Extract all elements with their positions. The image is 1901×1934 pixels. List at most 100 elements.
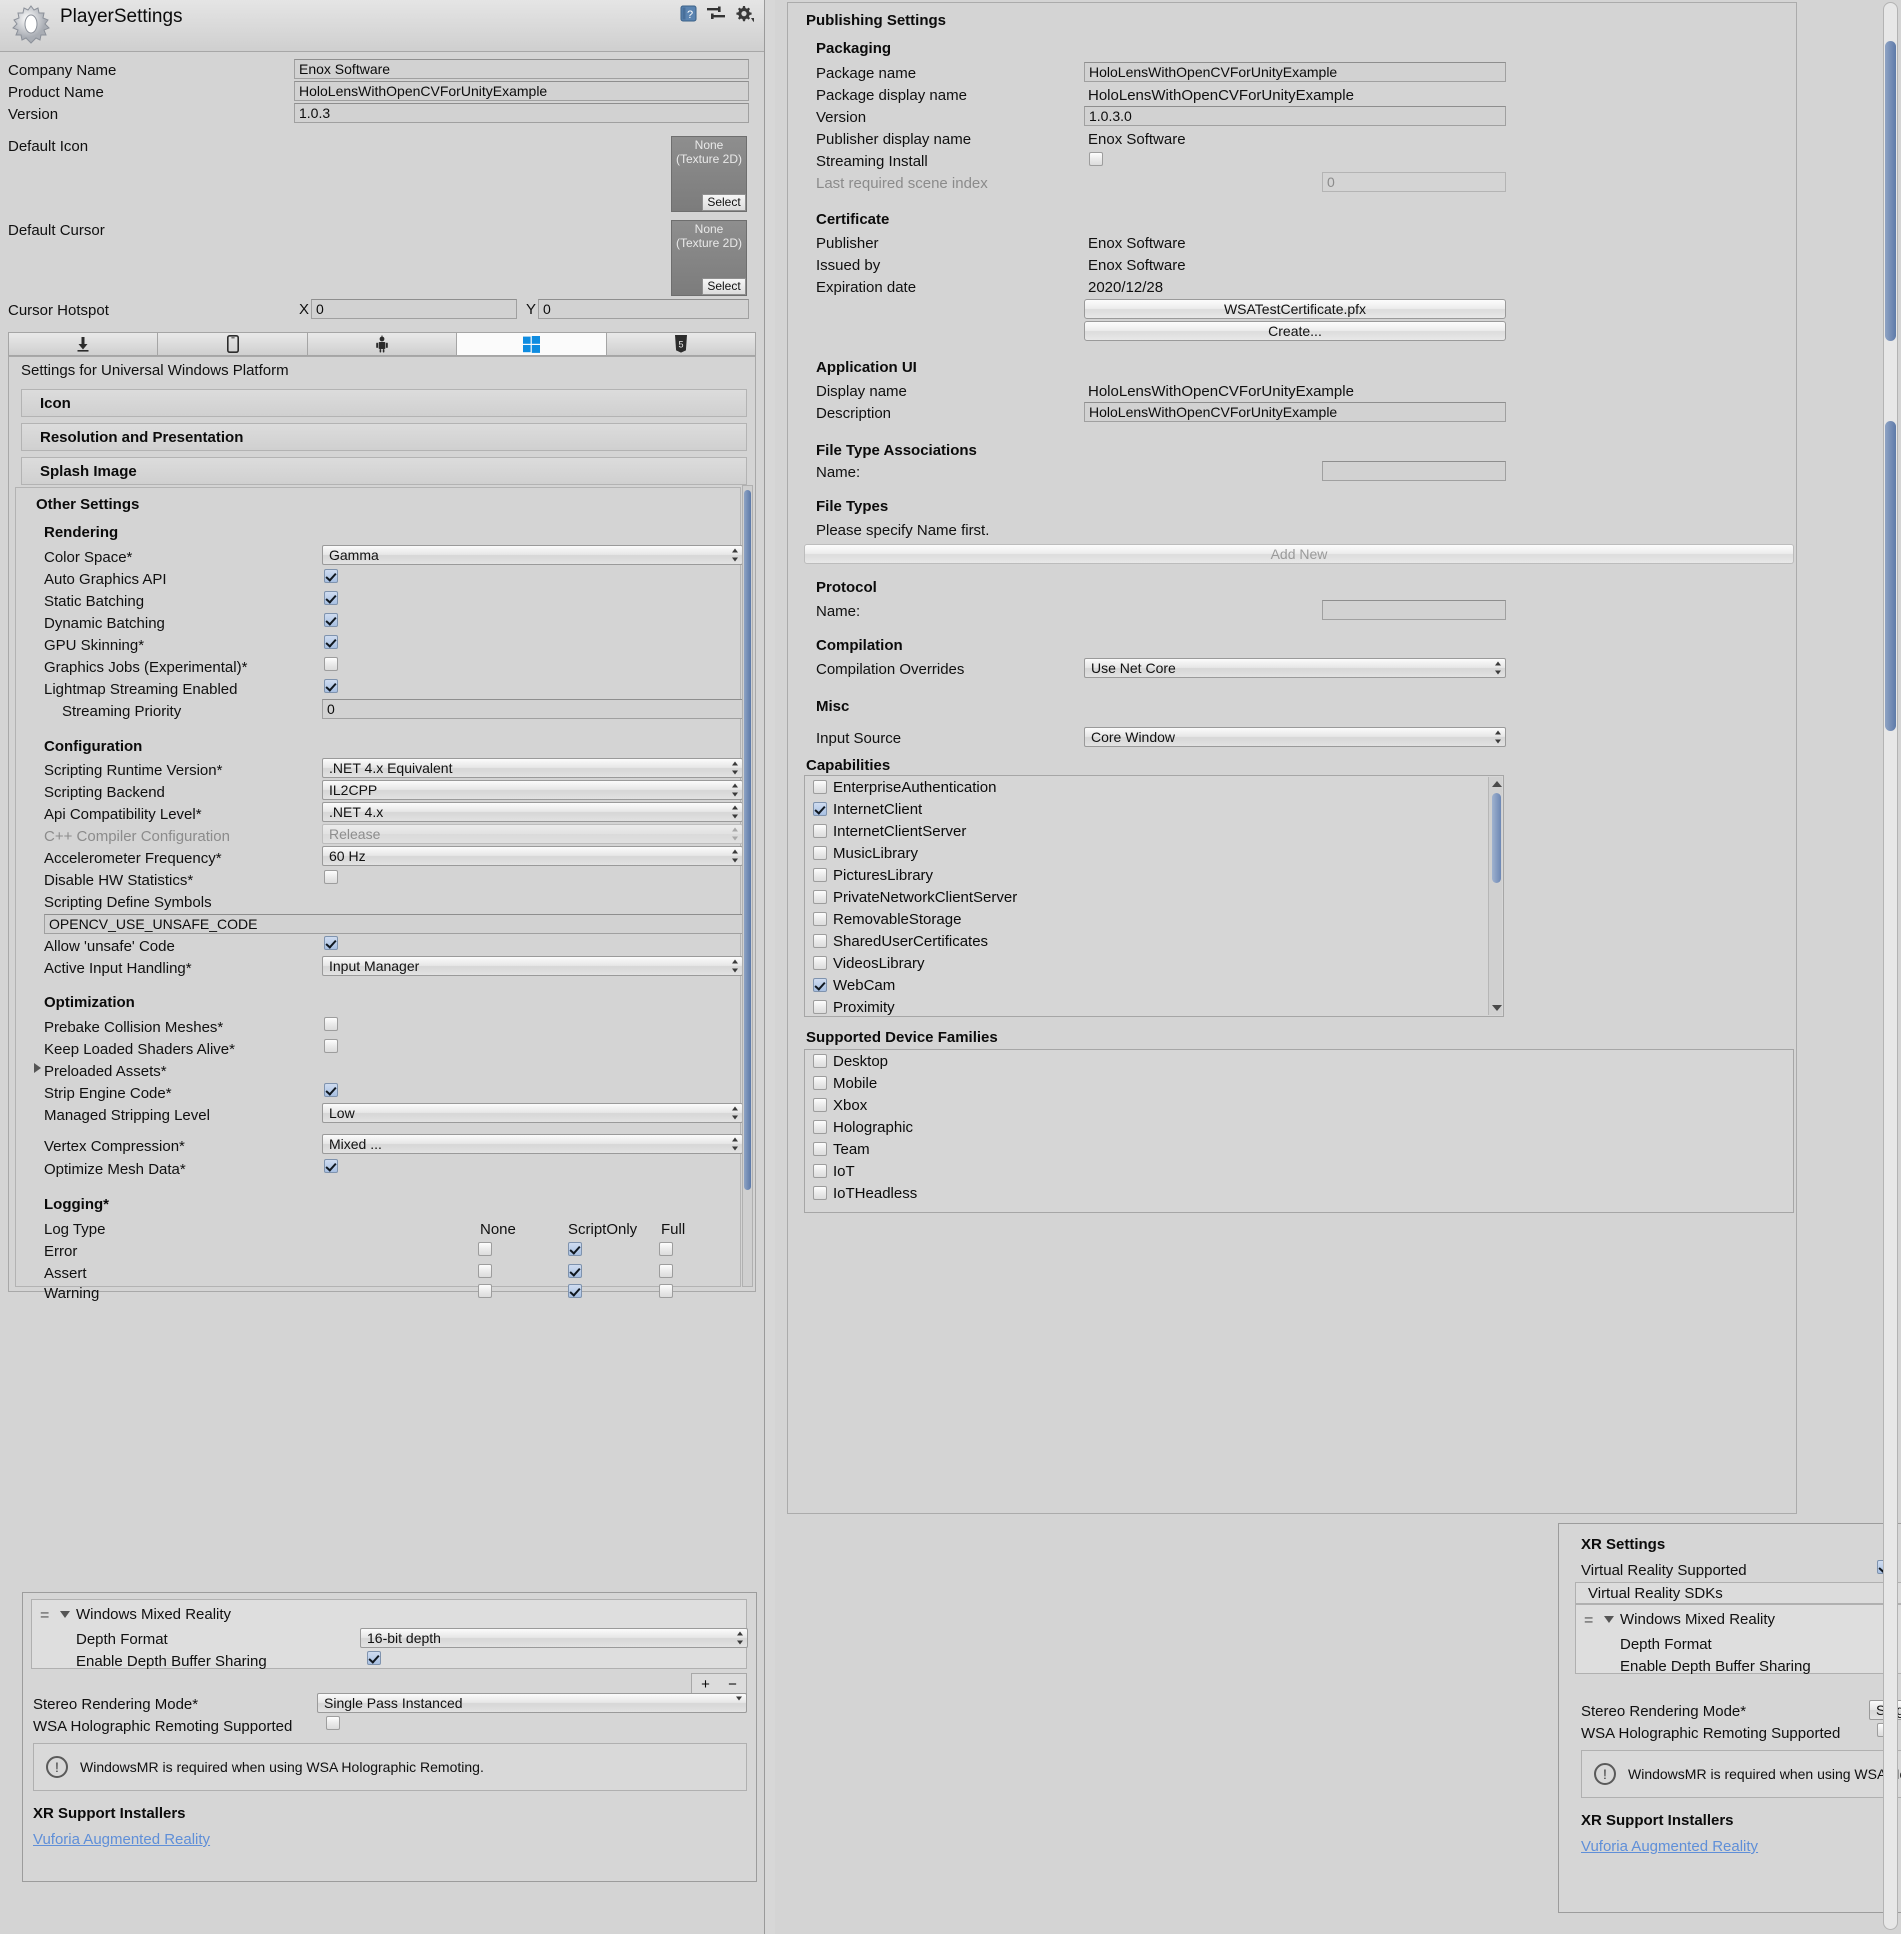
device-family-item[interactable]: Mobile	[805, 1072, 1793, 1094]
product-name-input[interactable]: HoloLensWithOpenCVForUnityExample	[294, 81, 749, 101]
chevron-down-icon[interactable]	[60, 1611, 70, 1618]
scripting-backend-popup[interactable]: IL2CPP	[322, 780, 743, 800]
input-source-popup[interactable]: Core Window	[1084, 727, 1506, 747]
capability-checkbox[interactable]	[813, 890, 827, 904]
capability-checkbox[interactable]	[813, 1000, 827, 1014]
device-family-checkbox[interactable]	[813, 1076, 827, 1090]
device-families-listbox[interactable]: Desktop Mobile Xbox Holographic Team IoT…	[804, 1049, 1794, 1213]
capability-item[interactable]: PicturesLibrary	[805, 864, 1503, 886]
package-name-input[interactable]: HoloLensWithOpenCVForUnityExample	[1084, 62, 1506, 82]
app-description-input[interactable]: HoloLensWithOpenCVForUnityExample	[1084, 402, 1506, 422]
device-family-item[interactable]: IoT	[805, 1160, 1793, 1182]
cursor-hotspot-x-input[interactable]: 0	[311, 299, 517, 319]
default-cursor-object-field[interactable]: None (Texture 2D) Select	[671, 220, 747, 296]
section-icon[interactable]: Icon	[21, 389, 747, 417]
platform-tab-uwp[interactable]	[457, 332, 607, 356]
log-assert-none-checkbox[interactable]	[478, 1264, 492, 1278]
log-error-none-checkbox[interactable]	[478, 1242, 492, 1256]
prebake-collision-meshes-checkbox[interactable]	[324, 1017, 338, 1031]
help-icon[interactable]: ?	[680, 5, 697, 22]
log-error-full-checkbox[interactable]	[659, 1242, 673, 1256]
capability-checkbox[interactable]	[813, 868, 827, 882]
static-batching-checkbox[interactable]	[324, 591, 338, 605]
section-splash-image[interactable]: Splash Image	[21, 457, 747, 485]
keep-loaded-shaders-alive-checkbox[interactable]	[324, 1039, 338, 1053]
active-input-handling-popup[interactable]: Input Manager	[322, 956, 743, 976]
vuforia-installer-link-left[interactable]: Vuforia Augmented Reality	[33, 1831, 210, 1848]
capability-checkbox[interactable]	[813, 780, 827, 794]
auto-graphics-api-checkbox[interactable]	[324, 569, 338, 583]
platform-tab-android[interactable]	[307, 332, 458, 356]
capability-item[interactable]: SharedUserCertificates	[805, 930, 1503, 952]
capability-checkbox[interactable]	[813, 824, 827, 838]
vertex-compression-popup[interactable]: Mixed ...	[322, 1134, 743, 1154]
color-space-popup[interactable]: Gamma	[322, 545, 743, 565]
device-family-item[interactable]: Team	[805, 1138, 1793, 1160]
capability-item[interactable]: RemovableStorage	[805, 908, 1503, 930]
capability-checkbox[interactable]	[813, 978, 827, 992]
device-family-checkbox[interactable]	[813, 1142, 827, 1156]
log-warning-none-checkbox[interactable]	[478, 1284, 492, 1298]
capability-checkbox[interactable]	[813, 912, 827, 926]
capability-item[interactable]: PrivateNetworkClientServer	[805, 886, 1503, 908]
default-icon-select-button[interactable]: Select	[702, 194, 746, 211]
capability-item[interactable]: Proximity	[805, 996, 1503, 1016]
log-warning-scriptonly-checkbox[interactable]	[568, 1284, 582, 1298]
stereo-rendering-mode-popup-left[interactable]: Single Pass Instanced	[317, 1693, 747, 1713]
capability-item[interactable]: VideosLibrary	[805, 952, 1503, 974]
drag-handle-icon[interactable]: =	[40, 1608, 49, 1624]
publishing-version-input[interactable]: 1.0.3.0	[1084, 106, 1506, 126]
strip-engine-code-checkbox[interactable]	[324, 1083, 338, 1097]
capability-item[interactable]: InternetClientServer	[805, 820, 1503, 842]
section-resolution-presentation[interactable]: Resolution and Presentation	[21, 423, 747, 451]
device-family-item[interactable]: Xbox	[805, 1094, 1793, 1116]
platform-tab-standalone[interactable]	[8, 332, 159, 356]
vr-sdk-remove-button-left[interactable]: −	[728, 1676, 737, 1693]
device-family-checkbox[interactable]	[813, 1164, 827, 1178]
capability-item[interactable]: WebCam	[805, 974, 1503, 996]
optimize-mesh-data-checkbox[interactable]	[324, 1159, 338, 1173]
gear-icon[interactable]	[735, 5, 754, 22]
log-assert-scriptonly-checkbox[interactable]	[568, 1264, 582, 1278]
vr-sdk-add-button-left[interactable]: +	[701, 1676, 710, 1693]
chevron-right-icon[interactable]	[34, 1063, 41, 1073]
scripting-define-symbols-input[interactable]: OPENCV_USE_UNSAFE_CODE	[44, 914, 743, 934]
capability-checkbox[interactable]	[813, 846, 827, 860]
device-family-checkbox[interactable]	[813, 1120, 827, 1134]
platform-tab-webgl[interactable]: 5	[606, 332, 757, 356]
settings-scrollbar-thumb[interactable]	[744, 490, 751, 1190]
device-family-item[interactable]: Desktop	[805, 1050, 1793, 1072]
settings-scrollbar[interactable]	[742, 485, 753, 1287]
scripting-runtime-version-popup[interactable]: .NET 4.x Equivalent	[322, 758, 743, 778]
managed-stripping-level-popup[interactable]: Low	[322, 1103, 743, 1123]
capabilities-scrollbar-thumb[interactable]	[1492, 793, 1501, 883]
company-name-input[interactable]: Enox Software	[294, 59, 749, 79]
allow-unsafe-code-checkbox[interactable]	[324, 936, 338, 950]
window-scrollbar-thumb[interactable]	[1885, 421, 1896, 731]
device-family-item[interactable]: IoTHeadless	[805, 1182, 1793, 1204]
capability-item[interactable]: EnterpriseAuthentication	[805, 776, 1503, 798]
chevron-down-icon[interactable]	[1604, 1616, 1614, 1623]
log-warning-full-checkbox[interactable]	[659, 1284, 673, 1298]
window-scrollbar-thumb-top[interactable]	[1885, 41, 1896, 341]
streaming-priority-input[interactable]: 0	[322, 699, 743, 719]
capability-checkbox[interactable]	[813, 934, 827, 948]
default-icon-object-field[interactable]: None (Texture 2D) Select	[671, 136, 747, 212]
capability-item[interactable]: InternetClient	[805, 798, 1503, 820]
certificate-create-button[interactable]: Create...	[1084, 321, 1506, 341]
preset-icon[interactable]	[707, 6, 725, 21]
vuforia-installer-link-right[interactable]: Vuforia Augmented Reality	[1581, 1838, 1758, 1855]
dynamic-batching-checkbox[interactable]	[324, 613, 338, 627]
window-scrollbar[interactable]	[1883, 2, 1898, 1930]
accelerometer-frequency-popup[interactable]: 60 Hz	[322, 846, 743, 866]
capabilities-scrollbar[interactable]	[1488, 777, 1502, 1015]
gpu-skinning-checkbox[interactable]	[324, 635, 338, 649]
wsa-holographic-remoting-checkbox-left[interactable]	[326, 1716, 340, 1730]
device-family-checkbox[interactable]	[813, 1186, 827, 1200]
scroll-up-icon[interactable]	[1492, 781, 1502, 787]
capability-checkbox[interactable]	[813, 802, 827, 816]
fta-name-input[interactable]	[1322, 461, 1506, 481]
drag-handle-icon[interactable]: =	[1584, 1613, 1593, 1629]
log-assert-full-checkbox[interactable]	[659, 1264, 673, 1278]
preloaded-assets-label[interactable]: Preloaded Assets*	[44, 1064, 167, 1079]
